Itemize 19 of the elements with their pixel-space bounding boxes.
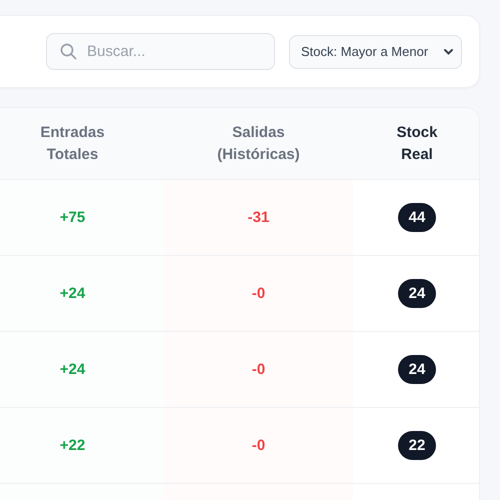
search-icon (60, 43, 77, 60)
entries-value: +24 (60, 285, 86, 302)
exits-value: -31 (248, 209, 270, 226)
exits-value: -0 (252, 437, 266, 454)
exits-value: -0 (252, 285, 266, 302)
stock-badge: 24 (398, 279, 436, 308)
sort-dropdown[interactable]: Stock: Mayor a Menor (289, 34, 462, 68)
entries-value: +75 (60, 209, 86, 226)
stock-badge: 22 (398, 431, 436, 460)
chevron-down-icon (443, 46, 454, 57)
column-header: Stock Real (396, 122, 438, 164)
column-header: Entradas Totales (39, 122, 106, 164)
column-header: Salidas (Históricas) (216, 122, 301, 164)
search-field[interactable]: Buscar... (46, 33, 275, 70)
stock-badge: 24 (398, 355, 436, 384)
stock-badge: 44 (398, 203, 436, 232)
entries-value: +24 (60, 361, 86, 378)
entries-value: +22 (60, 437, 86, 454)
exits-value: -0 (252, 361, 266, 378)
